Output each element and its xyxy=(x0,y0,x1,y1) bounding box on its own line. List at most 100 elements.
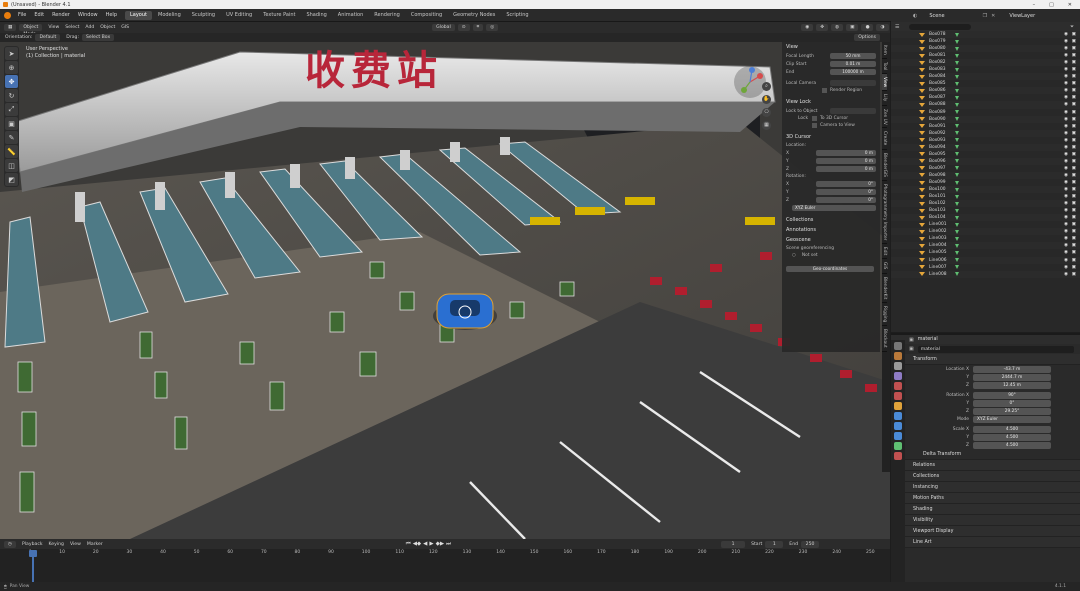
modifier-properties-icon[interactable] xyxy=(894,412,902,420)
mesh-data-icon[interactable] xyxy=(955,53,959,58)
extra-tool-icon[interactable]: ◩ xyxy=(5,173,18,186)
render-camera-icon[interactable]: ▣ xyxy=(1072,258,1076,263)
mesh-data-icon[interactable] xyxy=(955,67,959,72)
mesh-data-icon[interactable] xyxy=(955,265,959,270)
annotate-tool-icon[interactable]: ✎ xyxy=(5,131,18,144)
motion-paths-section[interactable]: Motion Paths xyxy=(891,493,1080,504)
visibility-icon[interactable]: ◉ xyxy=(801,24,814,31)
transform-section-header[interactable]: Transform xyxy=(891,354,1080,365)
lock-to-object-field[interactable] xyxy=(830,108,876,114)
mesh-data-icon[interactable] xyxy=(955,243,959,248)
eye-icon[interactable]: ◉ xyxy=(1064,110,1068,115)
delete-scene-icon[interactable]: ✕ xyxy=(991,13,995,19)
3d-viewport[interactable]: 收费站 User Perspective (1) Collection | ma… xyxy=(0,42,890,539)
mesh-data-icon[interactable] xyxy=(955,258,959,263)
move-tool-icon[interactable]: ✥ xyxy=(5,75,18,88)
geo-coordinates-button[interactable]: Geo-coordinates xyxy=(786,266,874,272)
eye-icon[interactable]: ◉ xyxy=(1064,32,1068,37)
select-tool-icon[interactable]: ➤ xyxy=(5,47,18,60)
render-camera-icon[interactable]: ▣ xyxy=(1072,201,1076,206)
outliner-item[interactable]: Box096 ◉ ▣ xyxy=(891,157,1080,165)
outliner-item[interactable]: Box094 ◉ ▣ xyxy=(891,143,1080,151)
delta-transform-section[interactable]: Delta Transform xyxy=(891,449,1080,460)
tab-blockout[interactable]: Blockout xyxy=(882,326,887,352)
rotation-mode-dropdown[interactable]: XYZ Euler xyxy=(973,415,1051,423)
outliner-filter-icon[interactable]: ⏷ xyxy=(1070,24,1074,30)
render-camera-icon[interactable]: ▣ xyxy=(1072,250,1076,255)
outliner-item[interactable]: Line008 ◉ ▣ xyxy=(891,270,1080,278)
eye-icon[interactable]: ◉ xyxy=(1064,187,1068,192)
zoom-icon[interactable]: ⌕ xyxy=(762,82,771,91)
jump-start-icon[interactable]: ⏮ xyxy=(406,541,411,548)
particles-properties-icon[interactable] xyxy=(894,422,902,430)
mesh-data-icon[interactable] xyxy=(955,250,959,255)
render-camera-icon[interactable]: ▣ xyxy=(1072,53,1076,58)
render-camera-icon[interactable]: ▣ xyxy=(1072,265,1076,270)
cursor-loc-x-field[interactable]: 0 m xyxy=(816,150,876,156)
outliner-item[interactable]: Box088 ◉ ▣ xyxy=(891,101,1080,109)
mesh-data-icon[interactable] xyxy=(955,138,959,143)
timeline-area[interactable]: 1102030405060708090100110120130140150160… xyxy=(0,549,890,582)
clip-start-field[interactable]: 0.01 m xyxy=(830,61,876,67)
cursor-rot-z-field[interactable]: 0° xyxy=(816,197,876,203)
xray-icon[interactable]: ▣ xyxy=(846,24,859,31)
eye-icon[interactable]: ◉ xyxy=(1064,229,1068,234)
eye-icon[interactable]: ◉ xyxy=(1064,250,1068,255)
cursor-loc-z-field[interactable]: 0 m xyxy=(816,166,876,172)
tab-scripting[interactable]: Scripting xyxy=(501,11,533,20)
render-camera-icon[interactable]: ▣ xyxy=(1072,32,1076,37)
render-camera-icon[interactable]: ▣ xyxy=(1072,243,1076,248)
geoscene-section-header[interactable]: Geoscene xyxy=(782,235,880,245)
outliner-item[interactable]: Line005 ◉ ▣ xyxy=(891,249,1080,256)
tab-tool[interactable]: Tool xyxy=(882,59,887,75)
render-camera-icon[interactable]: ▣ xyxy=(1072,159,1076,164)
mesh-data-icon[interactable] xyxy=(955,145,959,150)
mesh-data-icon[interactable] xyxy=(955,166,959,171)
mesh-data-icon[interactable] xyxy=(955,159,959,164)
data-properties-icon[interactable] xyxy=(894,442,902,450)
rotation-y-field[interactable]: 0° xyxy=(973,399,1051,407)
render-camera-icon[interactable]: ▣ xyxy=(1072,124,1076,129)
eye-icon[interactable]: ◉ xyxy=(1064,272,1068,277)
menu-file[interactable]: File xyxy=(14,12,30,18)
crs-value[interactable]: Not set xyxy=(802,253,818,258)
outliner-item[interactable]: Box082 ◉ ▣ xyxy=(891,59,1080,67)
camera-view-icon[interactable]: ⎔ xyxy=(762,108,771,117)
render-camera-icon[interactable]: ▣ xyxy=(1072,131,1076,136)
render-camera-icon[interactable]: ▣ xyxy=(1072,110,1076,115)
render-camera-icon[interactable]: ▣ xyxy=(1072,74,1076,79)
mesh-data-icon[interactable] xyxy=(955,110,959,115)
next-key-icon[interactable]: ◆▶ xyxy=(436,541,444,547)
physics-properties-icon[interactable] xyxy=(894,432,902,440)
tab-zen-uv[interactable]: Zen UV xyxy=(882,106,887,129)
tab-gis[interactable]: GIS xyxy=(882,259,887,274)
render-camera-icon[interactable]: ▣ xyxy=(1072,138,1076,143)
outliner-item[interactable]: Box103 ◉ ▣ xyxy=(891,207,1080,214)
outliner-item[interactable]: Box099 ◉ ▣ xyxy=(891,179,1080,186)
eye-icon[interactable]: ◉ xyxy=(1064,215,1068,220)
measure-tool-icon[interactable]: 📏 xyxy=(5,145,18,158)
eye-icon[interactable]: ◉ xyxy=(1064,145,1068,150)
render-camera-icon[interactable]: ▣ xyxy=(1072,145,1076,150)
tab-geometry-nodes[interactable]: Geometry Nodes xyxy=(448,11,500,20)
outliner-item[interactable]: Box092 ◉ ▣ xyxy=(891,129,1080,137)
eye-icon[interactable]: ◉ xyxy=(1064,236,1068,241)
eye-icon[interactable]: ◉ xyxy=(1064,67,1068,72)
cursor-rot-x-field[interactable]: 0° xyxy=(816,181,876,187)
shading-section[interactable]: Shading xyxy=(891,504,1080,515)
rotation-x-field[interactable]: 90° xyxy=(973,391,1051,399)
view-lock-section-header[interactable]: View Lock xyxy=(782,97,880,107)
mesh-data-icon[interactable] xyxy=(955,152,959,157)
eye-icon[interactable]: ◉ xyxy=(1064,95,1068,100)
render-camera-icon[interactable]: ▣ xyxy=(1072,222,1076,227)
render-camera-icon[interactable]: ▣ xyxy=(1072,194,1076,199)
eye-icon[interactable]: ◉ xyxy=(1064,81,1068,86)
shading-material-icon[interactable]: ◑ xyxy=(876,24,889,31)
mesh-data-icon[interactable] xyxy=(955,95,959,100)
pivot-icon[interactable]: ⊙ xyxy=(457,24,470,31)
render-camera-icon[interactable]: ▣ xyxy=(1072,95,1076,100)
render-camera-icon[interactable]: ▣ xyxy=(1072,39,1076,44)
eye-icon[interactable]: ◉ xyxy=(1064,258,1068,263)
mode-dropdown[interactable]: Object Mode xyxy=(19,24,43,37)
collections-section-header[interactable]: Collections xyxy=(782,215,880,225)
